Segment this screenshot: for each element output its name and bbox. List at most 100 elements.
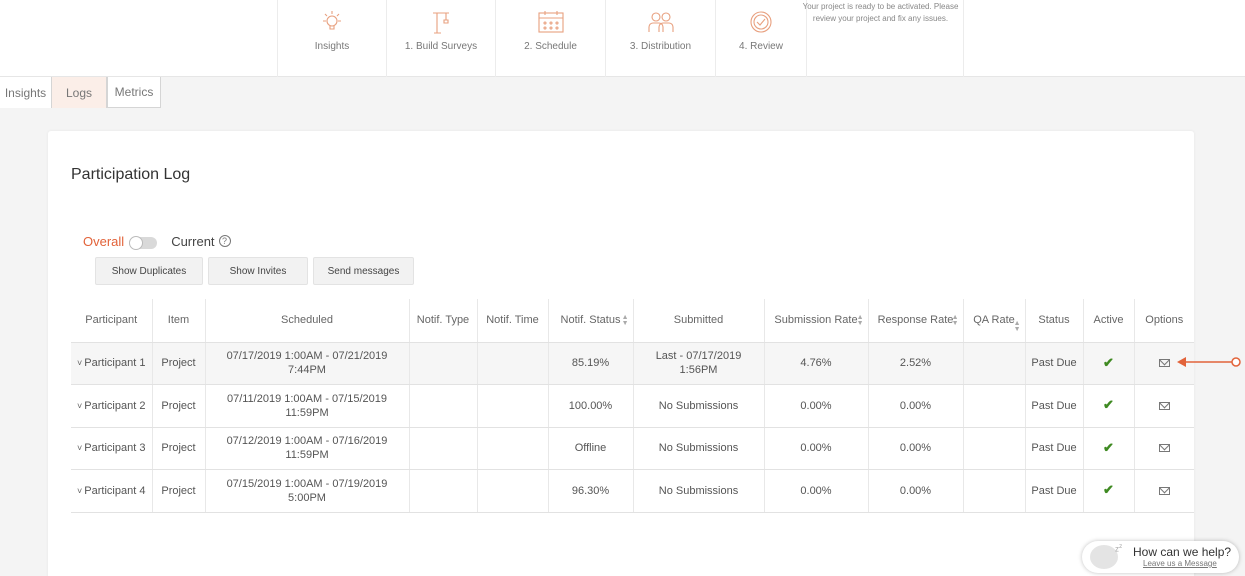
notif-type-cell bbox=[409, 342, 478, 385]
step-label: 2. Schedule bbox=[524, 41, 577, 52]
participant-cell[interactable]: ˅ Participant 4 bbox=[71, 469, 153, 513]
tab-insights[interactable]: Insights bbox=[0, 77, 52, 108]
col-label: Response Rate bbox=[877, 313, 954, 326]
calendar-icon bbox=[536, 8, 566, 36]
options-cell bbox=[1134, 427, 1194, 470]
col-label: QA Rate bbox=[973, 313, 1015, 326]
envelope-icon[interactable] bbox=[1158, 444, 1170, 453]
sort-icon[interactable]: ▲ ▼ bbox=[857, 314, 864, 327]
submitted-cell: No Submissions bbox=[633, 469, 765, 513]
step-build-surveys[interactable]: 1. Build Surveys bbox=[386, 0, 495, 77]
notif-type-cell bbox=[409, 427, 478, 470]
col-scheduled[interactable]: Scheduled bbox=[205, 299, 410, 343]
check-circle-icon bbox=[746, 8, 776, 36]
step-schedule[interactable]: 2. Schedule bbox=[495, 0, 605, 77]
qa-rate-cell bbox=[963, 469, 1026, 513]
item-cell: Project bbox=[152, 469, 206, 513]
leave-message-link[interactable]: Leave us a Message bbox=[1143, 559, 1217, 568]
envelope-icon[interactable] bbox=[1158, 401, 1170, 410]
notif-time-cell bbox=[477, 469, 549, 513]
participant-name: Participant 1 bbox=[84, 357, 146, 370]
step-label: 3. Distribution bbox=[629, 41, 692, 52]
table-row[interactable]: ˅ Participant 4 Project 07/15/2019 1:00AM… bbox=[71, 469, 1194, 513]
step-insights[interactable]: Insights bbox=[277, 0, 386, 77]
sort-icon[interactable]: ▲ ▼ bbox=[952, 314, 959, 327]
view-toggle: Overall Current ? bbox=[83, 232, 231, 250]
notif-time-cell bbox=[477, 342, 549, 385]
response-rate-cell: 0.00% bbox=[868, 469, 964, 513]
col-submitted[interactable]: Submitted bbox=[633, 299, 765, 343]
step-list: Insights 1. Build Surveys 2. Schedule 3.… bbox=[277, 0, 807, 77]
participant-cell[interactable]: ˅ Participant 3 bbox=[71, 427, 153, 470]
col-active[interactable]: Active bbox=[1083, 299, 1135, 343]
callout-arrow-icon bbox=[1177, 357, 1241, 367]
tab-metrics[interactable]: Metrics bbox=[107, 77, 161, 108]
table-row[interactable]: ˅ Participant 3 Project 07/12/2019 1:00AM… bbox=[71, 427, 1194, 470]
notif-status-cell: 85.19% bbox=[548, 342, 634, 385]
tab-logs[interactable]: Logs bbox=[52, 77, 107, 108]
response-rate-cell: 2.52% bbox=[868, 342, 964, 385]
help-icon[interactable]: ? bbox=[218, 235, 231, 247]
step-label: 1. Build Surveys bbox=[404, 41, 478, 52]
col-notif-status[interactable]: Notif. Status ▲ ▼ bbox=[548, 299, 634, 343]
notif-time-cell bbox=[477, 384, 549, 428]
submission-rate-cell: 0.00% bbox=[764, 384, 869, 428]
step-label: Insights bbox=[314, 41, 350, 52]
show-invites-button[interactable]: Show Invites bbox=[208, 257, 308, 285]
col-status[interactable]: Status bbox=[1025, 299, 1084, 343]
step-distribution[interactable]: 3. Distribution bbox=[605, 0, 715, 77]
envelope-icon[interactable] bbox=[1158, 486, 1170, 495]
active-cell: ✔ bbox=[1083, 342, 1135, 385]
participant-cell[interactable]: ˅ Participant 2 bbox=[71, 384, 153, 428]
col-qa-rate[interactable]: QA Rate ▲ ▼ bbox=[963, 299, 1026, 343]
item-cell: Project bbox=[152, 342, 206, 385]
table-row[interactable]: ˅ Participant 2 Project 07/11/2019 1:00AM… bbox=[71, 384, 1194, 428]
col-notif-time[interactable]: Notif. Time bbox=[477, 299, 549, 343]
qa-rate-cell bbox=[963, 384, 1026, 428]
step-label: 4. Review bbox=[739, 41, 783, 52]
col-label: Submission Rate bbox=[774, 313, 858, 326]
submission-rate-cell: 4.76% bbox=[764, 342, 869, 385]
overall-current-switch[interactable] bbox=[129, 236, 158, 250]
col-submission-rate[interactable]: Submission Rate ▲ ▼ bbox=[764, 299, 869, 343]
send-messages-button[interactable]: Send messages bbox=[313, 257, 414, 285]
participant-name: Participant 3 bbox=[84, 442, 146, 455]
help-chat-widget[interactable]: zz How can we help? Leave us a Message bbox=[1082, 541, 1239, 573]
chevron-down-icon[interactable]: ˅ bbox=[77, 486, 82, 496]
col-participant[interactable]: Participant bbox=[71, 299, 153, 343]
show-duplicates-button[interactable]: Show Duplicates bbox=[95, 257, 203, 285]
tab-bar: Insights Logs Metrics bbox=[0, 77, 161, 108]
submitted-cell: No Submissions bbox=[633, 384, 765, 428]
step-review[interactable]: 4. Review bbox=[715, 0, 807, 77]
participant-name: Participant 2 bbox=[84, 399, 146, 412]
col-response-rate[interactable]: Response Rate ▲ ▼ bbox=[868, 299, 964, 343]
sort-icon[interactable]: ▲ ▼ bbox=[1014, 320, 1021, 333]
checkmark-icon: ✔ bbox=[1103, 397, 1114, 413]
status-cell: Past Due bbox=[1025, 469, 1084, 513]
sort-icon[interactable]: ▲ ▼ bbox=[622, 314, 629, 327]
crane-icon bbox=[426, 8, 456, 36]
scheduled-cell: 07/11/2019 1:00AM - 07/15/2019 11:59PM bbox=[205, 384, 410, 428]
notif-type-cell bbox=[409, 469, 478, 513]
chevron-down-icon[interactable]: ˅ bbox=[77, 443, 82, 453]
active-cell: ✔ bbox=[1083, 384, 1135, 428]
active-cell: ✔ bbox=[1083, 469, 1135, 513]
current-label: Current bbox=[171, 233, 215, 249]
chat-bubble-icon bbox=[1090, 545, 1118, 569]
envelope-icon[interactable] bbox=[1158, 359, 1170, 368]
table-row[interactable]: ˅ Participant 1 Project 07/17/2019 1:00AM… bbox=[71, 342, 1194, 385]
submission-rate-cell: 0.00% bbox=[764, 427, 869, 470]
switch-knob bbox=[129, 236, 144, 250]
col-notif-type[interactable]: Notif. Type bbox=[409, 299, 478, 343]
lightbulb-icon bbox=[317, 8, 347, 36]
participant-cell[interactable]: ˅ Participant 1 bbox=[71, 342, 153, 385]
people-icon bbox=[646, 8, 676, 36]
chevron-down-icon[interactable]: ˅ bbox=[77, 401, 82, 411]
col-options[interactable]: Options bbox=[1134, 299, 1194, 343]
submitted-cell: No Submissions bbox=[633, 427, 765, 470]
checkmark-icon: ✔ bbox=[1103, 354, 1114, 370]
col-item[interactable]: Item bbox=[152, 299, 206, 343]
scheduled-cell: 07/17/2019 1:00AM - 07/21/2019 7:44PM bbox=[205, 342, 410, 385]
response-rate-cell: 0.00% bbox=[868, 384, 964, 428]
chevron-down-icon[interactable]: ˅ bbox=[77, 358, 82, 368]
